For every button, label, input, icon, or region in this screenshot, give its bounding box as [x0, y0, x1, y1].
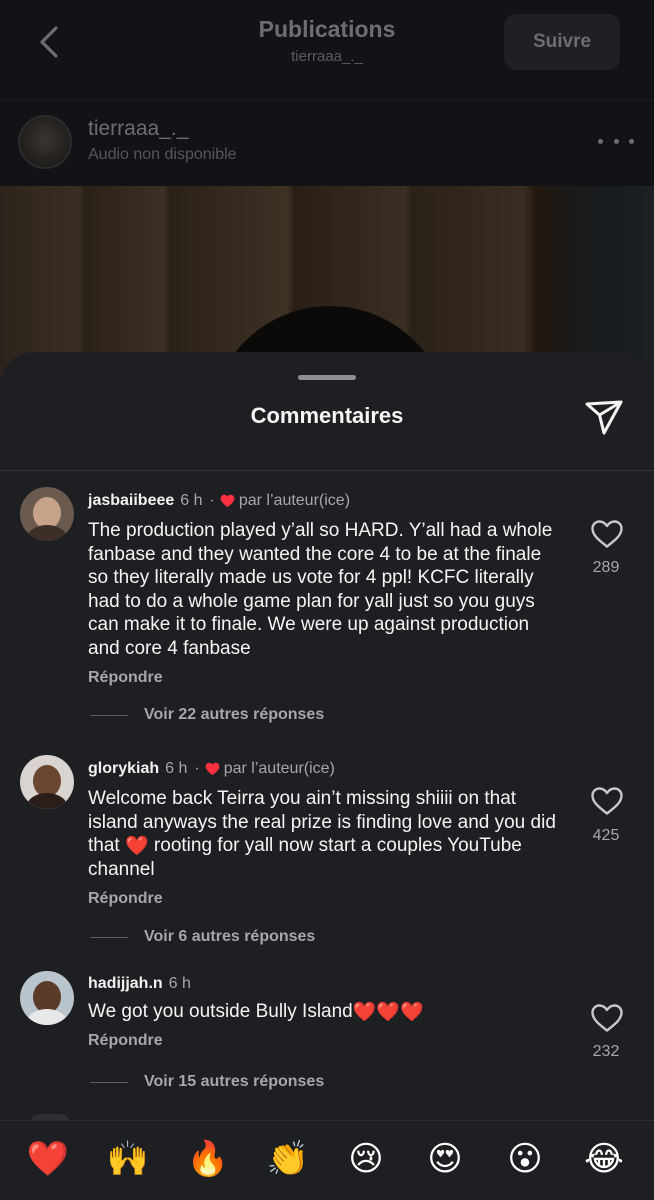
view-replies-button[interactable]: Voir 22 autres réponses — [90, 706, 324, 724]
post-header: tierraaa_._ Audio non disponible — [0, 100, 654, 186]
comment-text-part: We got you outside Bully Island — [88, 1001, 353, 1022]
reaction-heart-eyes-button[interactable]: 😍 — [423, 1137, 467, 1181]
quick-reactions-bar: ❤️ 🙌 🔥 👏 😢 😍 😮 😂 — [0, 1120, 654, 1200]
share-button[interactable] — [582, 395, 626, 439]
commenter-avatar[interactable] — [20, 487, 74, 541]
like-count: 232 — [592, 1043, 620, 1060]
more-dot-icon — [613, 138, 619, 144]
meta-separator: · — [209, 492, 215, 509]
liked-by-author-label: par l’auteur(ice) — [223, 760, 335, 777]
reaction-laughing-face-button[interactable]: 😂 — [582, 1137, 626, 1181]
reaction-red-heart-button[interactable]: ❤️ — [26, 1137, 70, 1181]
like-count: 289 — [592, 559, 620, 576]
reply-button[interactable]: Répondre — [88, 890, 163, 908]
view-replies-label: Voir 15 autres réponses — [144, 1073, 325, 1090]
commenter-username[interactable]: hadijjah.n — [88, 975, 163, 993]
view-replies-label: Voir 22 autres réponses — [144, 706, 325, 723]
meta-separator: · — [194, 760, 200, 777]
commenter-avatar[interactable] — [20, 755, 74, 809]
red-heart-emoji: ❤️❤️❤️ — [352, 1002, 424, 1023]
commenter-avatar[interactable] — [20, 971, 74, 1025]
liked-by-author-label: par l’auteur(ice) — [238, 492, 351, 509]
follow-button[interactable]: Suivre — [504, 14, 620, 70]
thread-line — [90, 936, 128, 938]
comment-meta: glorykiah 6 h · par l’auteur(ice) — [88, 760, 335, 778]
like-button[interactable] — [590, 1003, 624, 1033]
comment-meta: jasbaiibeee 6 h · par l’auteur(ice) — [88, 492, 350, 510]
sheet-divider — [0, 470, 654, 471]
view-replies-label: Voir 6 autres réponses — [144, 928, 316, 945]
view-replies-button[interactable]: Voir 15 autres réponses — [90, 1073, 324, 1091]
more-dot-icon — [629, 138, 634, 144]
commenter-username[interactable]: jasbaiibeee — [88, 492, 174, 510]
avatar-body — [26, 525, 68, 541]
more-dot-icon — [598, 138, 603, 144]
heart-outline-icon — [591, 520, 623, 548]
more-options-button[interactable] — [598, 131, 634, 151]
author-liked-heart-icon — [205, 762, 220, 776]
like-button[interactable] — [590, 786, 624, 816]
paper-plane-icon — [585, 400, 623, 435]
red-heart-emoji: ❤️ — [124, 836, 149, 857]
heart-outline-icon — [591, 1004, 623, 1032]
reaction-fire-button[interactable]: 🔥 — [186, 1137, 230, 1181]
comment-text: We got you outside Bully Island❤️❤️❤️ — [88, 1000, 564, 1024]
post-author-avatar[interactable] — [18, 115, 72, 169]
post-author-username[interactable]: tierraaa_._ — [88, 117, 188, 141]
avatar-body — [26, 793, 68, 809]
sheet-grabber-handle[interactable] — [298, 375, 356, 380]
reaction-surprised-face-button[interactable]: 😮 — [503, 1137, 547, 1181]
reply-button[interactable]: Répondre — [88, 669, 163, 687]
comment-time: 6 h — [180, 492, 203, 509]
reply-button[interactable]: Répondre — [88, 1032, 163, 1050]
comment-time: 6 h — [168, 975, 191, 992]
thread-line — [90, 714, 128, 716]
post-audio-status: Audio non disponible — [88, 146, 237, 163]
like-button[interactable] — [590, 519, 624, 549]
author-liked-heart-icon — [220, 494, 235, 508]
thread-line — [90, 1081, 128, 1083]
commenter-username[interactable]: glorykiah — [88, 760, 159, 778]
comment-text: Welcome back Teirra you ain’t missing sh… — [88, 787, 558, 881]
heart-outline-icon — [591, 787, 623, 815]
like-count: 425 — [592, 827, 620, 844]
comment-time: 6 h — [165, 760, 188, 777]
avatar-body — [26, 1009, 68, 1025]
comment-text: The production played y’all so HARD. Y’a… — [88, 520, 553, 659]
reaction-crying-face-button[interactable]: 😢 — [344, 1137, 388, 1181]
view-replies-button[interactable]: Voir 6 autres réponses — [90, 928, 315, 946]
sheet-title: Commentaires — [250, 403, 404, 428]
reaction-raising-hands-button[interactable]: 🙌 — [106, 1137, 150, 1181]
top-navigation-bar: Publications tierraaa_._ Suivre — [0, 0, 654, 100]
comment-meta: hadijjah.n 6 h — [88, 975, 195, 993]
comment-text-part: rooting for yall now start a couples You… — [88, 835, 522, 880]
reaction-clapping-hands-button[interactable]: 👏 — [266, 1137, 310, 1181]
